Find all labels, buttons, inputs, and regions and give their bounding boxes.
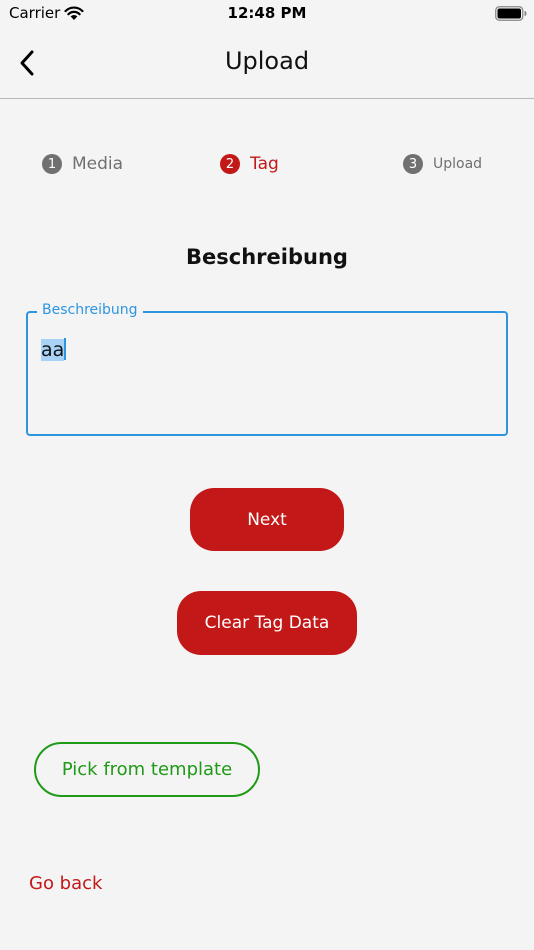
next-button[interactable]: Next — [190, 488, 344, 551]
clear-tag-data-button[interactable]: Clear Tag Data — [177, 591, 357, 655]
step-media[interactable]: 1 Media — [42, 153, 123, 175]
description-field[interactable]: Beschreibung aa — [26, 302, 508, 436]
go-back-link[interactable]: Go back — [29, 873, 102, 894]
step-label: Media — [72, 154, 124, 174]
clock: 12:48 PM — [227, 4, 307, 22]
status-bar: Carrier 12:48 PM — [0, 0, 534, 28]
text-cursor — [64, 338, 67, 360]
section-heading: Beschreibung — [186, 245, 348, 269]
step-label: Upload — [433, 156, 483, 172]
description-field-label: Beschreibung — [37, 302, 143, 318]
step-tag[interactable]: 2 Tag — [220, 153, 279, 175]
step-number: 2 — [220, 154, 240, 174]
step-number: 1 — [42, 154, 62, 174]
pick-from-template-button[interactable]: Pick from template — [34, 742, 260, 797]
battery-icon — [495, 6, 527, 21]
nav-bar: Upload — [0, 28, 534, 99]
page-title: Upload — [224, 47, 310, 75]
selected-text: aa — [41, 339, 65, 361]
step-label: Tag — [250, 154, 279, 174]
step-number: 3 — [403, 154, 423, 174]
step-upload[interactable]: 3 Upload — [403, 153, 482, 175]
description-field-value[interactable]: aa — [41, 338, 67, 361]
